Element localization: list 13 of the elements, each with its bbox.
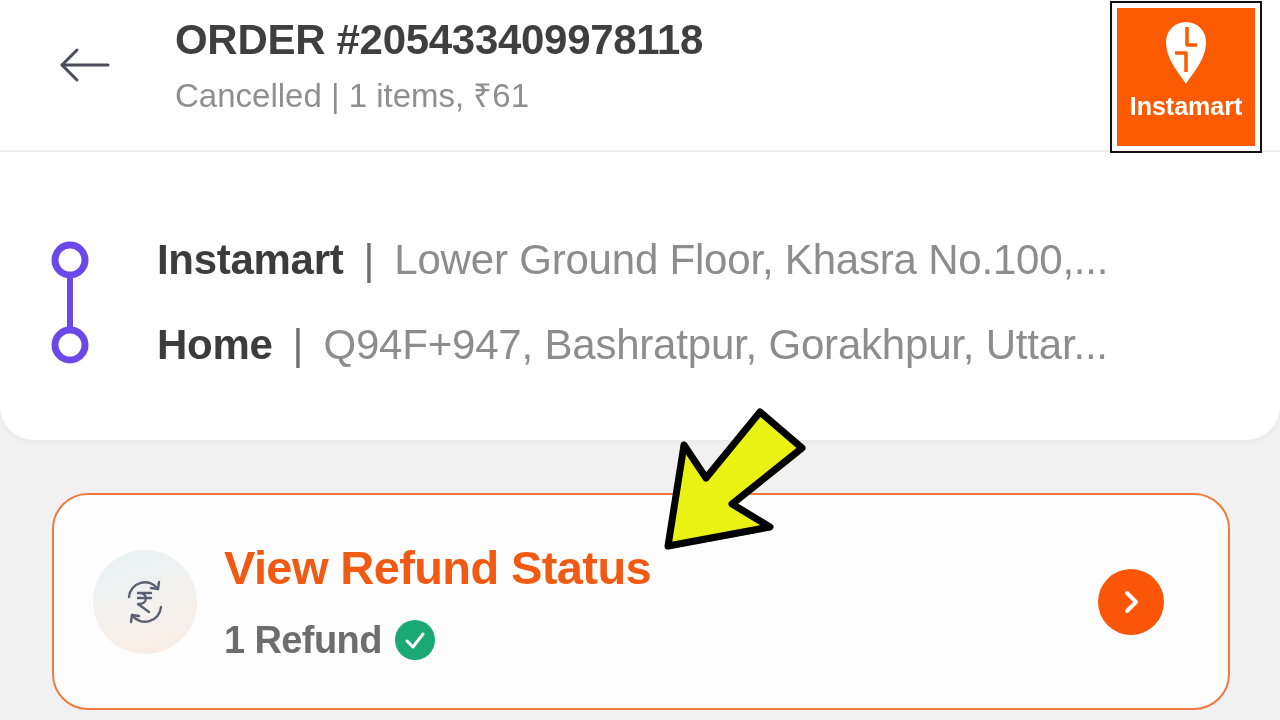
location-pin-icon (1164, 20, 1208, 86)
refund-title: View Refund Status (224, 540, 652, 595)
place-name: Home (157, 319, 273, 370)
order-subtitle: Cancelled | 1 items, ₹61 (175, 76, 531, 116)
logo-text: Instamart (1129, 91, 1243, 121)
place-name: Instamart (157, 234, 344, 285)
order-title: ORDER #205433409978118 (175, 15, 704, 65)
refund-count: 1 Refund (224, 617, 382, 663)
separator: | (363, 234, 375, 285)
refund-card[interactable]: View Refund Status 1 Refund (52, 493, 1230, 710)
separator: | (292, 319, 304, 370)
address-text: Lower Ground Floor, Khasra No.100,... (394, 234, 1109, 285)
address-text: Q94F+947, Bashratpur, Gorakhpur, Uttar... (323, 319, 1108, 370)
